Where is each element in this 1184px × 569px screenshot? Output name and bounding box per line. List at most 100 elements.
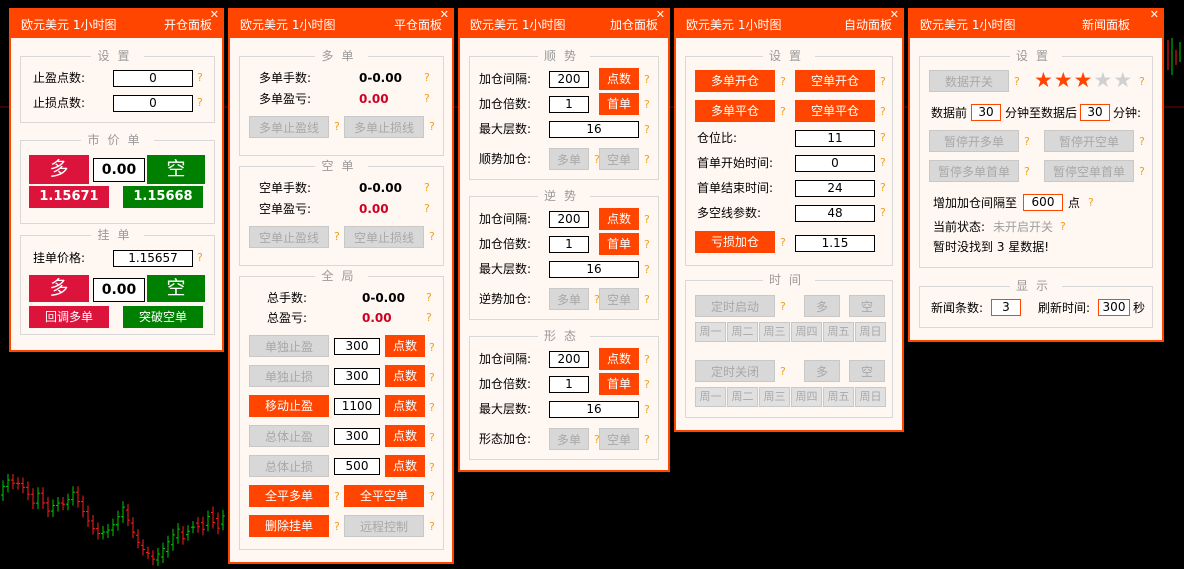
help-icon[interactable]: ? [880,156,886,170]
help-icon[interactable]: ? [197,251,203,265]
individual-sl-input[interactable]: 300 [334,368,380,385]
star-icon[interactable]: ★ [1034,68,1054,92]
help-icon[interactable]: ? [426,311,432,325]
panel-header[interactable]: 欧元美元 1小时图 平仓面板 ✕ [230,9,452,38]
help-icon[interactable]: ? [1139,135,1145,149]
position-ratio-input[interactable]: 11 [795,130,875,147]
timed-close-short-button[interactable]: 空 [849,360,885,382]
individual-tp-input[interactable]: 300 [334,338,380,355]
help-icon[interactable]: ? [424,92,430,106]
pause-open-long-button[interactable]: 暂停开多单 [929,130,1019,152]
trailing-stop-button[interactable]: 移动止盈 [249,395,329,417]
help-icon[interactable]: ? [644,73,650,87]
long-open-button[interactable]: 多单开仓 [695,70,775,92]
star-icon[interactable]: ★ [1054,68,1074,92]
star-icon[interactable]: ★ [1113,68,1133,92]
max-level-input[interactable]: 16 [549,261,639,278]
first-end-input[interactable]: 24 [795,180,875,197]
add-short-button[interactable]: 空单 [599,428,639,450]
star-icon[interactable]: ★ [1093,68,1113,92]
star-rating[interactable]: ★★★★★ [1034,68,1133,92]
delete-pending-button[interactable]: 删除挂单 [249,515,329,537]
individual-tp-button[interactable]: 单独止盈 [249,335,329,357]
help-icon[interactable]: ? [429,230,435,244]
before-input[interactable]: 30 [971,104,1001,121]
help-icon[interactable]: ? [429,341,435,355]
help-icon[interactable]: ? [644,378,650,392]
loss-add-input[interactable]: 1.15 [795,235,875,252]
close-icon[interactable]: ✕ [890,9,899,21]
add-short-button[interactable]: 空单 [599,148,639,170]
help-icon[interactable]: ? [880,206,886,220]
pending-lots-input[interactable]: 0.00 [93,278,145,302]
add-mult-input[interactable]: 1 [549,236,589,253]
weekday-toggle[interactable]: 周日 [855,322,886,342]
help-icon[interactable]: ? [644,433,650,447]
help-icon[interactable]: ? [429,520,435,534]
panel-header[interactable]: 欧元美元 1小时图 加仓面板 ✕ [460,9,668,38]
close-all-short-button[interactable]: 全平空单 [344,485,424,507]
add-short-button[interactable]: 空单 [599,288,639,310]
close-icon[interactable]: ✕ [656,9,665,21]
help-icon[interactable]: ? [334,230,340,244]
add-mult-unit-button[interactable]: 首单 [599,93,639,115]
trailing-stop-unit-button[interactable]: 点数 [385,395,425,417]
add-gap-input[interactable]: 600 [1023,194,1063,211]
weekday-toggle[interactable]: 周日 [855,387,886,407]
help-icon[interactable]: ? [429,461,435,475]
help-icon[interactable]: ? [424,71,430,85]
timed-start-short-button[interactable]: 空 [849,295,885,317]
help-icon[interactable]: ? [644,263,650,277]
pending-sell-button[interactable]: 空 [147,275,205,302]
weekday-toggle[interactable]: 周五 [823,387,854,407]
loss-add-button[interactable]: 亏损加仓 [695,231,775,253]
short-open-button[interactable]: 空单开仓 [795,70,875,92]
help-icon[interactable]: ? [780,300,786,314]
long-sl-line-button[interactable]: 多单止损线 [344,116,424,138]
first-start-input[interactable]: 0 [795,155,875,172]
remote-control-button[interactable]: 远程控制 [344,515,424,537]
help-icon[interactable]: ? [1024,135,1030,149]
help-icon[interactable]: ? [644,293,650,307]
short-close-button[interactable]: 空单平仓 [795,100,875,122]
pending-buy-button[interactable]: 多 [29,275,89,302]
help-icon[interactable]: ? [644,403,650,417]
help-icon[interactable]: ? [1014,75,1020,89]
add-gap-unit-button[interactable]: 点数 [599,348,639,370]
individual-sl-unit-button[interactable]: 点数 [385,365,425,387]
overall-tp-input[interactable]: 300 [334,428,380,445]
take-profit-input[interactable]: 0 [113,70,193,87]
close-icon[interactable]: ✕ [210,9,219,21]
line-param-input[interactable]: 48 [795,205,875,222]
add-gap-input[interactable]: 200 [549,211,589,228]
help-icon[interactable]: ? [880,181,886,195]
help-icon[interactable]: ? [644,153,650,167]
add-long-button[interactable]: 多单 [549,148,589,170]
pause-first-short-button[interactable]: 暂停空单首单 [1044,160,1134,182]
close-all-long-button[interactable]: 全平多单 [249,485,329,507]
help-icon[interactable]: ? [780,75,786,89]
help-icon[interactable]: ? [1060,220,1066,234]
help-icon[interactable]: ? [644,213,650,227]
weekday-toggle[interactable]: 周四 [791,387,822,407]
help-icon[interactable]: ? [780,105,786,119]
timed-start-long-button[interactable]: 多 [804,295,840,317]
close-icon[interactable]: ✕ [440,9,449,21]
breakout-sell-button[interactable]: 突破空单 [123,306,203,328]
help-icon[interactable]: ? [1024,165,1030,179]
help-icon[interactable]: ? [644,238,650,252]
help-icon[interactable]: ? [334,490,340,504]
help-icon[interactable]: ? [429,371,435,385]
help-icon[interactable]: ? [780,236,786,250]
long-tp-line-button[interactable]: 多单止盈线 [249,116,329,138]
trailing-stop-input[interactable]: 1100 [334,398,380,415]
help-icon[interactable]: ? [880,75,886,89]
bid-price-button[interactable]: 1.15671 [29,186,109,208]
add-long-button[interactable]: 多单 [549,428,589,450]
help-icon[interactable]: ? [429,120,435,134]
help-icon[interactable]: ? [197,71,203,85]
timed-close-button[interactable]: 定时关闭 [695,360,775,382]
weekday-toggle[interactable]: 周二 [727,387,758,407]
overall-tp-button[interactable]: 总体止盈 [249,425,329,447]
ask-price-button[interactable]: 1.15668 [123,186,203,208]
